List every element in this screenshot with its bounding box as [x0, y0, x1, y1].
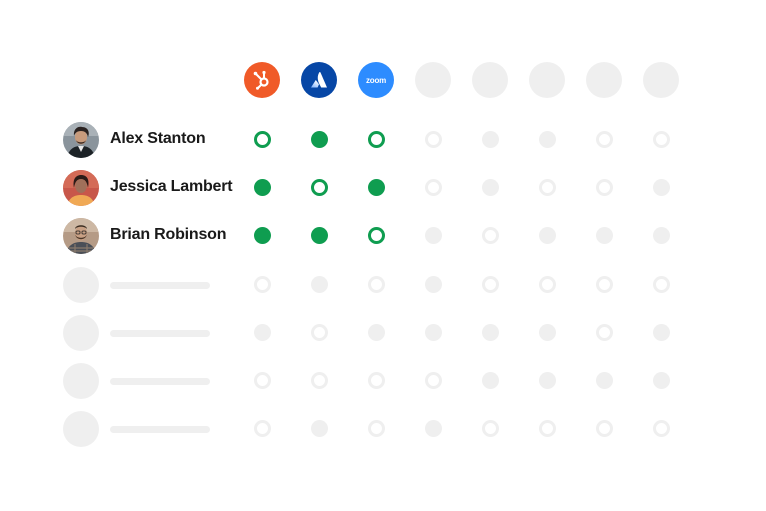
app-placeholder — [586, 62, 622, 98]
avatar-placeholder — [63, 267, 99, 303]
access-placeholder-ring — [310, 372, 328, 389]
access-placeholder-ring — [481, 276, 499, 293]
user-name: Alex Stanton — [110, 130, 206, 147]
avatar-placeholder — [63, 315, 99, 351]
access-toggle-filled[interactable] — [367, 179, 385, 196]
access-toggle-filled[interactable] — [253, 179, 271, 196]
name-placeholder-bar — [110, 330, 210, 337]
placeholder-row — [0, 315, 766, 351]
name-placeholder-bar — [110, 378, 210, 385]
access-placeholder-fill — [253, 324, 271, 341]
access-placeholder-ring — [538, 420, 556, 437]
access-placeholder-fill — [538, 372, 556, 389]
avatar — [63, 122, 99, 158]
access-placeholder-fill — [595, 372, 613, 389]
access-placeholder-ring — [424, 131, 442, 148]
name-placeholder-bar — [110, 426, 210, 433]
access-placeholder-fill — [424, 324, 442, 341]
atlassian-icon[interactable] — [301, 62, 337, 98]
access-toggle-open[interactable] — [367, 131, 385, 148]
access-placeholder-ring — [253, 372, 271, 389]
avatar-brian-image — [63, 218, 99, 254]
access-toggle-open[interactable] — [253, 131, 271, 148]
access-placeholder-fill — [481, 131, 499, 148]
hubspot-glyph — [253, 70, 269, 90]
access-placeholder-ring — [538, 276, 556, 293]
app-placeholder — [415, 62, 451, 98]
access-placeholder-fill — [652, 372, 670, 389]
access-placeholder-ring — [595, 179, 613, 196]
access-toggle-filled[interactable] — [253, 227, 271, 244]
avatar-placeholder — [63, 411, 99, 447]
placeholder-row — [0, 363, 766, 399]
user-name: Brian Robinson — [110, 226, 227, 243]
access-placeholder-ring — [595, 131, 613, 148]
access-placeholder-ring — [481, 420, 499, 437]
access-placeholder-fill — [652, 179, 670, 196]
user-row[interactable]: Brian Robinson — [0, 218, 766, 254]
access-placeholder-fill — [310, 276, 328, 293]
access-placeholder-ring — [595, 276, 613, 293]
access-toggle-open[interactable] — [310, 179, 328, 196]
access-toggle-open[interactable] — [367, 227, 385, 244]
access-placeholder-fill — [424, 276, 442, 293]
hubspot-icon[interactable] — [244, 62, 280, 98]
access-toggle-filled[interactable] — [310, 227, 328, 244]
access-placeholder-fill — [481, 372, 499, 389]
avatar — [63, 218, 99, 254]
access-placeholder-fill — [652, 324, 670, 341]
access-placeholder-fill — [652, 227, 670, 244]
user-name: Jessica Lambert — [110, 178, 233, 195]
access-placeholder-fill — [481, 324, 499, 341]
app-placeholder — [472, 62, 508, 98]
access-placeholder-ring — [253, 276, 271, 293]
access-placeholder-ring — [253, 420, 271, 437]
access-placeholder-ring — [595, 420, 613, 437]
access-placeholder-fill — [595, 227, 613, 244]
access-placeholder-fill — [310, 420, 328, 437]
access-placeholder-ring — [652, 420, 670, 437]
access-placeholder-ring — [652, 276, 670, 293]
access-placeholder-ring — [367, 420, 385, 437]
user-row[interactable]: Alex Stanton — [0, 122, 766, 158]
atlassian-glyph — [311, 72, 327, 88]
access-placeholder-ring — [310, 324, 328, 341]
access-toggle-filled[interactable] — [310, 131, 328, 148]
avatar — [63, 170, 99, 206]
access-placeholder-ring — [424, 372, 442, 389]
zoom-icon[interactable]: zoom — [358, 62, 394, 98]
access-placeholder-fill — [367, 324, 385, 341]
access-placeholder-ring — [367, 372, 385, 389]
access-placeholder-ring — [481, 227, 499, 244]
access-placeholder-fill — [481, 179, 499, 196]
access-placeholder-fill — [424, 227, 442, 244]
access-placeholder-ring — [538, 179, 556, 196]
access-placeholder-ring — [595, 324, 613, 341]
access-placeholder-ring — [367, 276, 385, 293]
avatar-placeholder — [63, 363, 99, 399]
placeholder-row — [0, 267, 766, 303]
access-placeholder-fill — [538, 227, 556, 244]
access-placeholder-fill — [424, 420, 442, 437]
zoom-label: zoom — [365, 75, 387, 85]
avatar-alex-image — [63, 122, 99, 158]
app-placeholder — [529, 62, 565, 98]
access-placeholder-ring — [424, 179, 442, 196]
access-placeholder-fill — [538, 131, 556, 148]
access-placeholder-fill — [538, 324, 556, 341]
avatar-jessica-image — [63, 170, 99, 206]
name-placeholder-bar — [110, 282, 210, 289]
access-placeholder-ring — [652, 131, 670, 148]
app-placeholder — [643, 62, 679, 98]
user-row[interactable]: Jessica Lambert — [0, 170, 766, 206]
placeholder-row — [0, 411, 766, 447]
